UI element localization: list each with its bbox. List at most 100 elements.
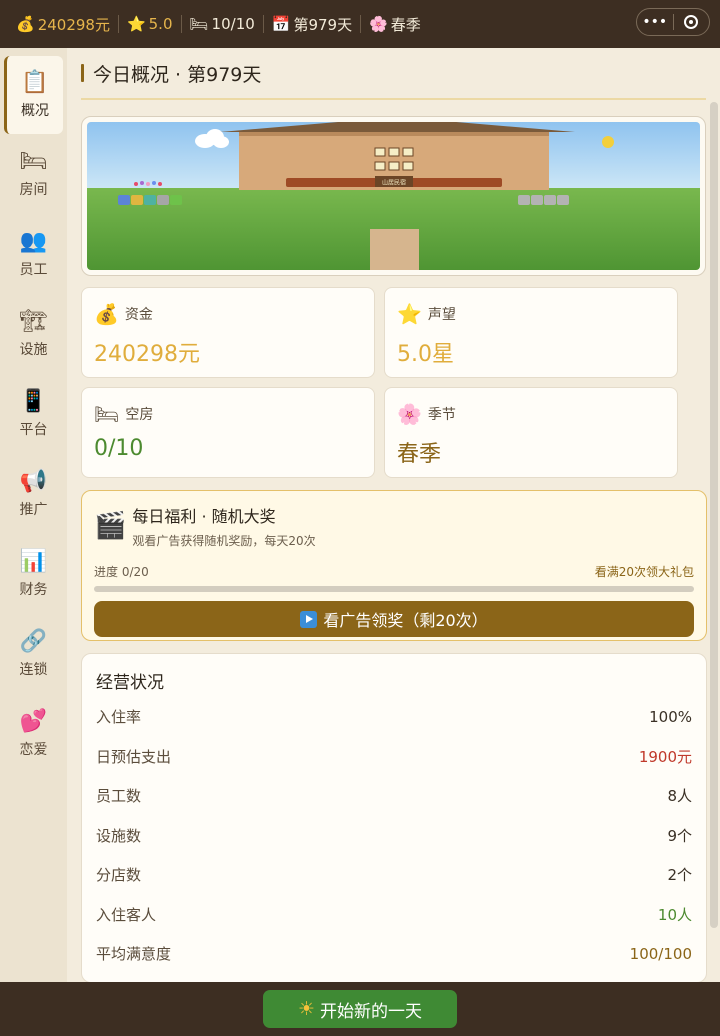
link-icon: 🔗: [19, 629, 48, 654]
star-icon: ⭐: [397, 302, 422, 326]
sidebar-item-label: 财务: [19, 582, 48, 598]
operations-row: 日预估支出 1900元: [96, 737, 692, 777]
operations-row-label: 员工数: [96, 787, 142, 806]
money-card-label: 资金: [124, 307, 153, 323]
phone-icon: 📱: [19, 389, 48, 414]
operations-row-value: 100/100: [629, 944, 692, 963]
sidebar-item-label: 恋爱: [19, 742, 48, 758]
season-card-label: 季节: [427, 407, 456, 423]
bed-icon: 🛏: [94, 402, 120, 426]
season-card: 🌸 季节 春季: [384, 387, 678, 478]
main-content[interactable]: 今日概况 · 第979天 山居民宿 💰 资金 240298元 ⭐ 声望 5.0星…: [67, 48, 720, 982]
money-card-value: 240298元: [94, 342, 200, 367]
miniprogram-capsule: •••: [636, 8, 710, 36]
sidebar-item-rooms[interactable]: 🛏 房间: [0, 134, 67, 214]
sun-icon: ☀: [297, 998, 316, 1020]
page-title: 今日概况 · 第979天: [81, 48, 706, 100]
watch-ad-label: 看广告领奖（剩20次）: [323, 611, 488, 630]
money-bag-icon: 💰: [94, 302, 119, 326]
money-bag-icon: 💰: [16, 15, 35, 33]
more-dots-icon: •••: [642, 14, 668, 30]
scrollbar[interactable]: [710, 102, 718, 928]
star-icon: ⭐: [126, 15, 146, 33]
bed-icon: 🛏: [19, 149, 48, 174]
operations-row: 入住客人 10人: [96, 895, 692, 935]
sidebar-item-romance[interactable]: 💕 恋爱: [0, 694, 67, 774]
inn-scene-illustration: 山居民宿: [87, 122, 700, 270]
bar-chart-icon: 📊: [19, 549, 48, 574]
reward-title: 每日福利 · 随机大奖: [132, 507, 276, 526]
stone-path: [370, 229, 419, 270]
start-new-day-button[interactable]: ☀ 开始新的一天: [263, 990, 457, 1028]
daily-reward-card: 🎬 每日福利 · 随机大奖 观看广告获得随机奖励，每天20次 进度 0/20 看…: [81, 490, 707, 641]
operations-row: 平均满意度 100/100: [96, 934, 692, 974]
cherry-blossom-icon: 🌸: [397, 402, 422, 426]
top-status-bar: 💰 240298元 ⭐ 5.0 🛏 10/10 📅 第979天 🌸 春季 •••: [0, 0, 720, 48]
close-miniprogram-button[interactable]: [674, 9, 710, 35]
sidebar-item-label: 设施: [19, 342, 48, 358]
clapperboard-icon: 🎬: [94, 511, 127, 541]
crane-icon: 🏗: [19, 309, 48, 334]
calendar-icon: 📅: [271, 15, 291, 33]
sign-text: 山居民宿: [382, 179, 406, 187]
operations-card: 经营状况 入住率 100% 日预估支出 1900元员工数 8人设施数 9个分店数 2个入住客…: [81, 653, 707, 982]
day-stat: 📅 第979天: [272, 14, 352, 35]
play-icon: [300, 610, 318, 628]
operations-list: 入住率 100% 日预估支出 1900元 员工数 8人 设施数 9个 分店数 2个 入住客人 10人平…: [96, 697, 692, 974]
rooms-card-label: 空房: [125, 407, 154, 423]
bottom-action-bar: ☀ 开始新的一天: [0, 982, 720, 1036]
inn-scene-card: 山居民宿: [81, 116, 706, 276]
operations-row-label: 日预估支出: [96, 747, 172, 766]
operations-title: 经营状况: [96, 673, 164, 693]
operations-row-value: 1900元: [638, 747, 692, 766]
season-card-value: 春季: [397, 442, 442, 467]
sidebar-nav: 📋 概况 🛏 房间 👥 员工 🏗 设施 📱 平台 📢 推广 📊 财务 🔗 连锁 …: [0, 48, 67, 982]
watch-ad-button[interactable]: 看广告领奖（剩20次）: [94, 601, 694, 637]
sidebar-item-label: 连锁: [19, 662, 48, 678]
megaphone-icon: 📢: [19, 469, 48, 494]
operations-row-value: 9个: [667, 826, 692, 845]
reward-subtitle: 观看广告获得随机奖励，每天20次: [132, 534, 316, 548]
operations-row-value: 100%: [649, 707, 692, 726]
sun: [602, 136, 614, 148]
operations-row-label: 平均满意度: [96, 945, 172, 964]
more-menu-button[interactable]: •••: [637, 9, 673, 35]
rating-card-value: 5.0星: [397, 342, 454, 367]
rooms-card: 🛏 空房 0/10: [81, 387, 375, 478]
operations-row: 设施数 9个: [96, 816, 692, 856]
operations-row-value: 8人: [667, 787, 692, 806]
operations-row-value: 10人: [657, 905, 692, 924]
sidebar-item-promotion[interactable]: 📢 推广: [0, 454, 67, 534]
day-value: 第979天: [293, 15, 353, 34]
progress-bar: [94, 586, 694, 592]
season-stat: 🌸 春季: [369, 14, 421, 35]
bed-icon: 🛏: [189, 15, 209, 33]
reward-hint: 看满20次领大礼包: [594, 565, 694, 579]
operations-row: 员工数 8人: [96, 776, 692, 816]
sidebar-item-label: 推广: [19, 502, 48, 518]
operations-row-label: 分店数: [96, 866, 142, 885]
people-icon: 👥: [19, 229, 48, 254]
rating-card-label: 声望: [427, 307, 456, 323]
sidebar-item-chain[interactable]: 🔗 连锁: [0, 614, 67, 694]
start-new-day-label: 开始新的一天: [320, 1001, 423, 1022]
left-blocks: [118, 195, 182, 205]
divider: [180, 15, 182, 33]
sidebar-item-staff[interactable]: 👥 员工: [0, 214, 67, 294]
rating-value: 5.0: [148, 15, 173, 33]
operations-row-label: 入住率: [96, 708, 142, 727]
stats-grid: 💰 资金 240298元 ⭐ 声望 5.0星 🛏 空房 0/10 🌸 季节 春季: [81, 287, 678, 478]
clipboard-icon: 📋: [21, 70, 49, 95]
divider: [117, 15, 119, 33]
hearts-icon: 💕: [19, 709, 48, 734]
sidebar-item-overview[interactable]: 📋 概况: [4, 56, 63, 134]
sidebar-item-facilities[interactable]: 🏗 设施: [0, 294, 67, 374]
divider: [262, 15, 264, 33]
sidebar-item-finance[interactable]: 📊 财务: [0, 534, 67, 614]
sidebar-item-platform[interactable]: 📱 平台: [0, 374, 67, 454]
money-stat: 💰 240298元: [16, 14, 110, 35]
operations-row-value: 2个: [667, 866, 692, 885]
cherry-blossom-icon: 🌸: [369, 15, 388, 33]
rooms-value: 10/10: [211, 15, 255, 33]
season-value: 春季: [390, 15, 421, 34]
